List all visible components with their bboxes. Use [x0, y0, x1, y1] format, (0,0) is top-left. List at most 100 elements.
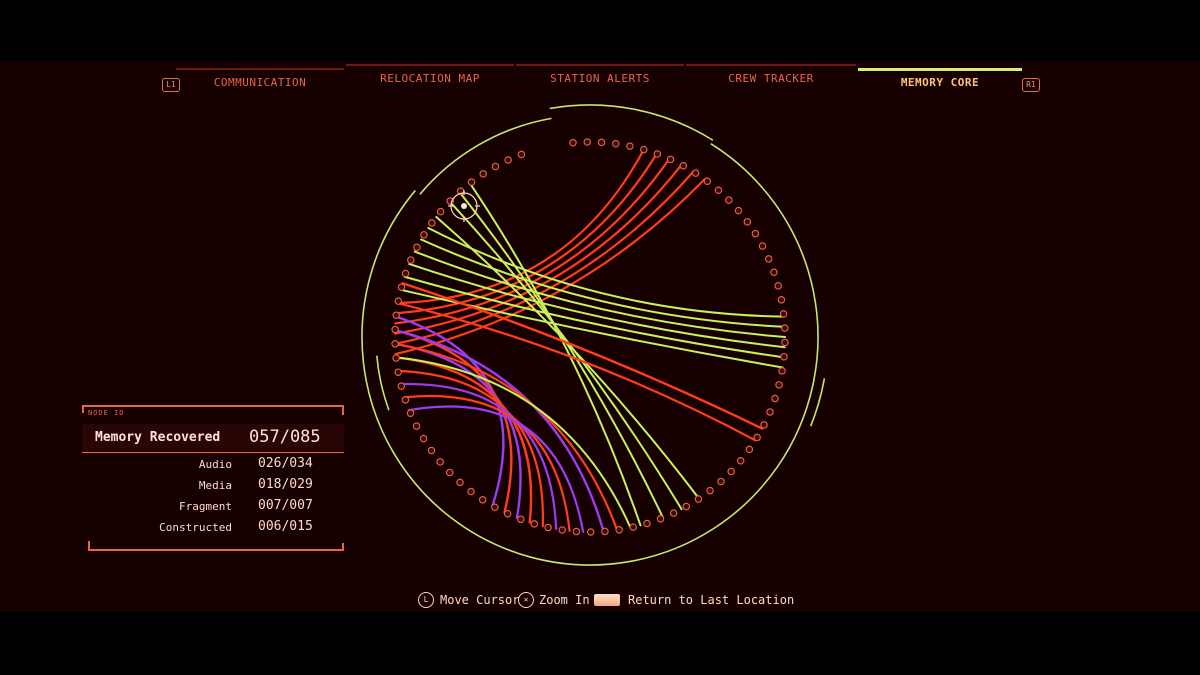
memory-node [530, 520, 539, 528]
memory-node [629, 523, 637, 531]
ring-arc [419, 117, 552, 195]
memory-recovered-label: Memory Recovered [95, 430, 221, 445]
memory-link [393, 328, 513, 514]
left-stick-icon: L [418, 592, 434, 608]
memory-node [504, 156, 512, 164]
memory-links [393, 148, 786, 533]
memory-node [760, 421, 768, 429]
memory-node [781, 338, 789, 347]
memory-node [412, 422, 421, 430]
memory-node [666, 155, 675, 164]
memory-node [694, 495, 703, 503]
memory-node [572, 527, 581, 536]
memory-node [456, 478, 464, 487]
memory-nodes[interactable] [391, 138, 789, 536]
memory-node [397, 382, 406, 390]
panel-frame [82, 405, 344, 407]
memory-node [419, 434, 428, 443]
memory-node [753, 433, 761, 442]
cross-button-icon: ✕ [518, 592, 534, 608]
memory-node [736, 457, 745, 465]
memory-node [771, 394, 779, 403]
memory-link [395, 356, 632, 529]
memory-node [653, 150, 662, 158]
memory-node [703, 177, 712, 186]
memory-node [391, 340, 399, 348]
return-hint: Return to Last Location [628, 593, 795, 607]
audio-value: 026/034 [258, 456, 313, 471]
panel-frame [82, 405, 84, 413]
memory-node [406, 409, 415, 417]
memory-node [420, 231, 428, 239]
memory-node [467, 487, 475, 496]
memory-node [714, 186, 723, 195]
reticle-center [461, 203, 467, 209]
memory-node [779, 310, 788, 318]
memory-node [392, 311, 400, 320]
memory-link [435, 215, 701, 500]
control-hints: L Move Cursor ✕ Zoom In Return to Last L… [418, 592, 798, 610]
memory-node [679, 162, 688, 170]
memory-node [428, 219, 436, 227]
memory-node [734, 206, 743, 215]
memory-node [394, 297, 403, 305]
media-label: Media [198, 479, 232, 492]
memory-node [394, 368, 402, 376]
memory-node [743, 218, 752, 226]
memory-node [413, 243, 421, 252]
memory-node [391, 325, 399, 334]
panel-frame [342, 543, 344, 551]
constructed-value: 006/015 [258, 519, 313, 534]
memory-node [717, 477, 725, 486]
memory-node [725, 196, 733, 204]
memory-node [639, 145, 648, 154]
memory-node [569, 138, 577, 147]
memory-node [517, 150, 526, 159]
memory-node [601, 527, 609, 536]
memory-stats-panel: NODE ID Memory Recovered 057/085 Audio 0… [82, 405, 344, 551]
memory-node [770, 268, 778, 276]
memory-node [407, 256, 415, 264]
touchpad-icon [594, 594, 620, 606]
memory-node [774, 282, 782, 290]
fragment-value: 007/007 [258, 498, 313, 513]
memory-node [479, 170, 487, 178]
memory-node [691, 169, 700, 177]
memory-node [478, 496, 487, 504]
memory-node [397, 283, 406, 291]
memory-node [544, 523, 552, 532]
ring-arc [549, 104, 714, 141]
memory-node [766, 408, 774, 416]
memory-node [615, 526, 623, 534]
memory-node [612, 139, 620, 148]
ring-arc [376, 355, 390, 411]
audio-label: Audio [198, 458, 232, 471]
node-id-header: NODE ID [88, 409, 125, 417]
constructed-label: Constructed [159, 521, 232, 534]
memory-node [392, 354, 400, 362]
memory-node [517, 515, 525, 524]
memory-node [491, 162, 500, 171]
memory-node [491, 503, 499, 511]
memory-node [775, 381, 783, 389]
memory-node [656, 515, 665, 523]
memory-link [403, 275, 785, 359]
memory-node [626, 142, 634, 150]
panel-frame [90, 549, 344, 551]
memory-node [764, 255, 773, 263]
memory-node [727, 467, 735, 476]
zoom-in-hint: Zoom In [539, 593, 590, 607]
ring-arc [361, 142, 819, 566]
memory-node [586, 528, 595, 536]
memory-node-map[interactable] [0, 0, 1200, 675]
cursor-reticle-icon[interactable] [448, 190, 480, 222]
media-value: 018/029 [258, 477, 313, 492]
memory-node [751, 229, 760, 238]
memory-node [780, 352, 788, 361]
memory-node [467, 178, 476, 186]
memory-node [401, 396, 410, 404]
memory-recovered-value: 057/085 [249, 427, 321, 447]
panel-frame [342, 405, 344, 415]
memory-node [777, 296, 786, 304]
memory-node [745, 445, 754, 454]
